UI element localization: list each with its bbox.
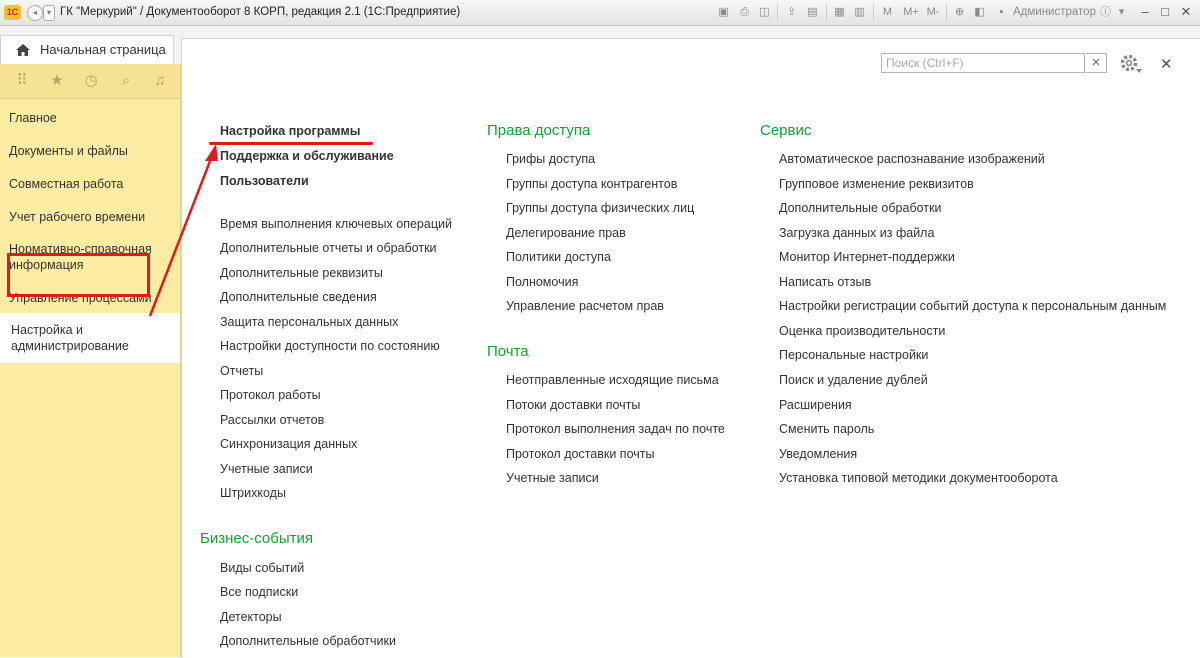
link-notifications[interactable]: Уведомления <box>779 447 857 461</box>
section-business-events: Бизнес-события <box>200 530 313 547</box>
link-delegation[interactable]: Делегирование прав <box>506 226 626 240</box>
calculator-icon[interactable]: ▥ <box>852 5 867 19</box>
link-mail-streams[interactable]: Потоки доставки почты <box>506 398 640 412</box>
link-event-types[interactable]: Виды событий <box>220 561 304 575</box>
memory-plus-icon[interactable]: M+ <box>900 5 922 19</box>
link-report-mailings[interactable]: Рассылки отчетов <box>220 413 324 427</box>
preview-icon[interactable]: ◫ <box>757 5 772 19</box>
link-access-event-settings[interactable]: Настройки регистрации событий доступа к … <box>779 299 1166 313</box>
link-extra-info[interactable]: Дополнительные сведения <box>220 290 377 304</box>
memory-m-icon[interactable]: M <box>880 5 895 19</box>
current-user[interactable]: Администратор <box>1013 6 1096 18</box>
section-mail: Почта <box>487 343 529 360</box>
link-data-sync[interactable]: Синхронизация данных <box>220 437 357 451</box>
link-program-settings[interactable]: Настройка программы <box>220 124 360 138</box>
sidebar-item-main[interactable]: Главное <box>9 110 174 126</box>
link-all-subscriptions[interactable]: Все подписки <box>220 585 298 599</box>
search-input[interactable] <box>881 53 1085 73</box>
window-title: ГК "Меркурий" / Документооборот 8 КОРП, … <box>60 6 461 18</box>
sidebar-item-admin[interactable]: Настройка и администрирование <box>11 322 141 354</box>
link-availability[interactable]: Настройки доступности по состоянию <box>220 339 440 353</box>
link-image-recognition[interactable]: Автоматическое распознавание изображений <box>779 152 1045 166</box>
link-mail-task-log[interactable]: Протокол выполнения задач по почте <box>506 422 725 436</box>
link-contractor-groups[interactable]: Группы доступа контрагентов <box>506 177 677 191</box>
back-circle-icon[interactable]: ◂ <box>27 5 43 21</box>
link-extra-reports[interactable]: Дополнительные отчеты и обработки <box>220 241 437 255</box>
sidebar: ⠿ ★ ◷ ⌕ ♫ Главное Документы и файлы Совм… <box>0 64 181 657</box>
link-personal-data[interactable]: Защита персональных данных <box>220 315 398 329</box>
section-service: Сервис <box>760 122 812 139</box>
sidebar-item-documents[interactable]: Документы и файлы <box>9 143 174 159</box>
link-accounts[interactable]: Учетные записи <box>220 462 313 476</box>
table-icon[interactable]: ▦ <box>832 5 847 19</box>
link-authorities[interactable]: Полномочия <box>506 275 578 289</box>
tab-home[interactable]: Начальная страница <box>0 35 174 65</box>
link-change-password[interactable]: Сменить пароль <box>779 422 874 436</box>
maximize-icon[interactable]: □ <box>1156 3 1174 21</box>
home-icon <box>16 44 30 56</box>
star-icon[interactable]: ★ <box>48 72 66 90</box>
link-access-policies[interactable]: Политики доступа <box>506 250 611 264</box>
link-mail-accounts[interactable]: Учетные записи <box>506 471 599 485</box>
search-clear-button[interactable]: ✕ <box>1086 53 1107 73</box>
link-reports[interactable]: Отчеты <box>220 364 263 378</box>
link-key-operations[interactable]: Время выполнения ключевых операций <box>220 217 452 231</box>
bell-icon[interactable]: ♫ <box>151 72 169 90</box>
link-icon[interactable]: ▤ <box>805 5 820 19</box>
section-access-rights: Права доступа <box>487 122 591 139</box>
app-logo: 1С <box>4 5 21 20</box>
link-extra-handlers[interactable]: Дополнительные обработчики <box>220 634 396 648</box>
link-feedback[interactable]: Написать отзыв <box>779 275 871 289</box>
link-mail-delivery-log[interactable]: Протокол доставки почты <box>506 447 654 461</box>
link-users[interactable]: Пользователи <box>220 174 309 188</box>
red-underline-annotation <box>209 142 373 145</box>
link-barcodes[interactable]: Штрихкоды <box>220 486 286 500</box>
link-extra-attributes[interactable]: Дополнительные реквизиты <box>220 266 383 280</box>
link-performance[interactable]: Оценка производительности <box>779 324 945 338</box>
link-personal-settings[interactable]: Персональные настройки <box>779 348 928 362</box>
history-icon[interactable]: ◷ <box>82 72 100 90</box>
sidebar-toolbar: ⠿ ★ ◷ ⌕ ♫ <box>0 64 180 99</box>
link-access-labels[interactable]: Грифы доступа <box>506 152 595 166</box>
print-icon[interactable]: ⎙ <box>737 5 752 19</box>
link-person-groups[interactable]: Группы доступа физических лиц <box>506 201 694 215</box>
save-icon[interactable]: ▣ <box>716 5 731 19</box>
link-support[interactable]: Поддержка и обслуживание <box>220 149 394 163</box>
link-work-log[interactable]: Протокол работы <box>220 388 321 402</box>
memory-minus-icon[interactable]: M- <box>924 5 942 19</box>
link-methodology[interactable]: Установка типовой методики документообор… <box>779 471 1058 485</box>
sidebar-highlight-box <box>7 253 150 297</box>
link-support-monitor[interactable]: Монитор Интернет-поддержки <box>779 250 955 264</box>
title-bar: 1С ◂ ▾ ГК "Меркурий" / Документооборот 8… <box>0 0 1200 26</box>
zoom-icon[interactable]: ⊕ <box>952 5 967 19</box>
link-extra-processing[interactable]: Дополнительные обработки <box>779 201 941 215</box>
apps-grid-icon[interactable]: ⠿ <box>13 72 31 90</box>
link-duplicates[interactable]: Поиск и удаление дублей <box>779 373 928 387</box>
sidebar-item-worktime[interactable]: Учет рабочего времени <box>9 209 174 225</box>
link-file-import[interactable]: Загрузка данных из файла <box>779 226 934 240</box>
sidebar-item-collaboration[interactable]: Совместная работа <box>9 176 174 192</box>
link-unsent-mail[interactable]: Неотправленные исходящие письма <box>506 373 719 387</box>
link-group-edit[interactable]: Групповое изменение реквизитов <box>779 177 974 191</box>
chevron-down-icon[interactable]: ▾ <box>1114 5 1129 19</box>
user-icon: ▪ <box>999 6 1004 18</box>
link-rights-calculation[interactable]: Управление расчетом прав <box>506 299 664 313</box>
gear-icon[interactable] <box>1119 53 1143 75</box>
upload-icon[interactable]: ⇪ <box>784 5 799 19</box>
minimize-icon[interactable]: – <box>1136 3 1154 21</box>
tab-home-label: Начальная страница <box>40 42 166 57</box>
layout-icon[interactable]: ◧ <box>972 5 987 19</box>
info-icon[interactable]: ⓘ <box>1098 5 1113 19</box>
link-extensions[interactable]: Расширения <box>779 398 852 412</box>
link-detectors[interactable]: Детекторы <box>220 610 282 624</box>
menu-arrow-icon[interactable]: ▾ <box>43 5 55 21</box>
search-icon[interactable]: ⌕ <box>117 72 135 90</box>
window-close-icon[interactable]: ✕ <box>1177 3 1195 21</box>
close-icon[interactable]: ✕ <box>1160 55 1173 73</box>
